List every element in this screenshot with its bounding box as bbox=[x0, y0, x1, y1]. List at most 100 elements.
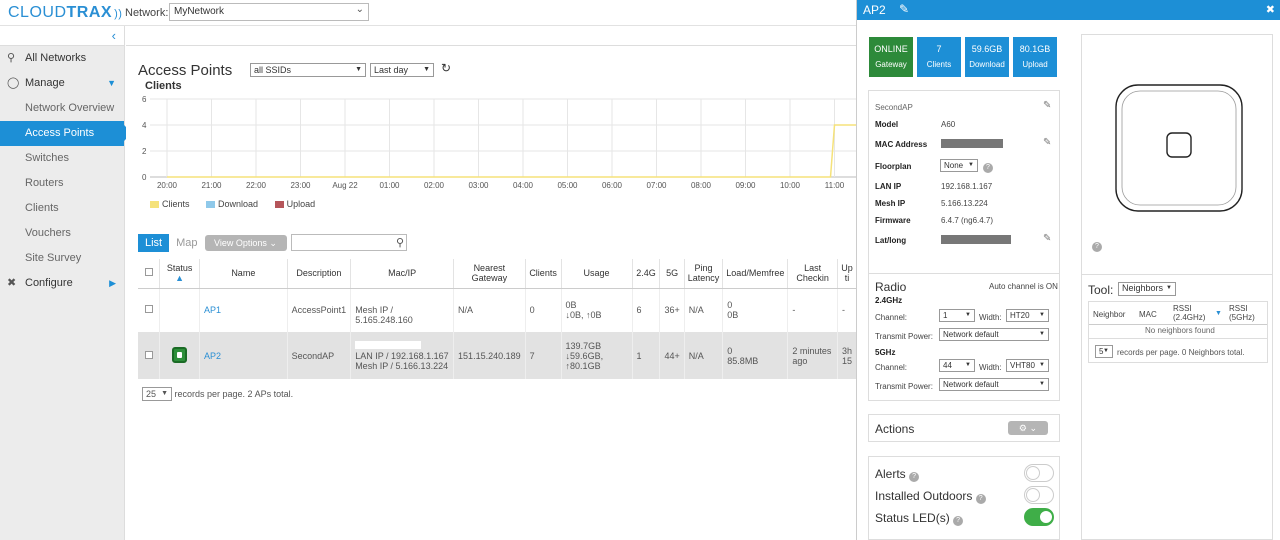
col-name[interactable]: Name bbox=[199, 259, 288, 289]
row-checkbox[interactable] bbox=[144, 305, 153, 314]
actions-menu-button[interactable]: ⚙ ⌄ bbox=[1008, 421, 1048, 435]
select-all-checkbox[interactable] bbox=[144, 268, 153, 277]
width-24-select[interactable]: HT20 ▼ bbox=[1006, 309, 1049, 322]
edit-mac-icon[interactable]: ✎ bbox=[1043, 137, 1051, 148]
help-icon[interactable]: ? bbox=[953, 516, 964, 526]
sidebar-item-manage[interactable]: ◯ Manage ▼ bbox=[0, 71, 124, 96]
channel-24-select[interactable]: 1 ▼ bbox=[939, 309, 975, 322]
x-tick-label: 20:00 bbox=[157, 181, 178, 190]
close-icon[interactable]: ✖ bbox=[1266, 3, 1275, 16]
usage-cell: 0B ↓0B, ↑0B bbox=[561, 288, 633, 332]
floorplan-select[interactable]: None ▼ bbox=[940, 159, 978, 172]
tx-power-5-select[interactable]: Network default ▼ bbox=[939, 378, 1049, 391]
col-mac-ip[interactable]: Mac/IP bbox=[350, 259, 455, 289]
sidebar-item-vouchers[interactable]: Vouchers bbox=[0, 221, 124, 246]
col-mac[interactable]: MAC bbox=[1139, 310, 1157, 319]
clients-cell: 0 bbox=[525, 288, 562, 332]
sidebar-item-access-points[interactable]: Access Points bbox=[0, 121, 132, 146]
edit-latlong-icon[interactable]: ✎ bbox=[1043, 233, 1051, 244]
col-rssi-24[interactable]: RSSI (2.4GHz) bbox=[1173, 304, 1213, 322]
col-nearest-gateway[interactable]: Nearest Gateway bbox=[453, 259, 526, 289]
x-tick-label: 06:00 bbox=[602, 181, 623, 190]
col-ping-latency[interactable]: Ping Latency bbox=[684, 259, 724, 289]
sidebar-item-label: Vouchers bbox=[25, 227, 71, 239]
table-divider bbox=[1089, 338, 1267, 339]
legend-swatch bbox=[150, 201, 159, 209]
latlong-label: Lat/long bbox=[875, 236, 907, 245]
installed-outdoors-toggle[interactable] bbox=[1024, 486, 1054, 504]
col-2-4g[interactable]: 2.4G bbox=[632, 259, 661, 289]
time-range-select[interactable]: Last day ▼ bbox=[370, 63, 434, 77]
col-uptime[interactable]: Up ti bbox=[837, 259, 856, 289]
stat-label: Upload bbox=[1022, 60, 1048, 69]
edit-icon[interactable]: ✎ bbox=[899, 2, 909, 16]
col-5g[interactable]: 5G bbox=[659, 259, 685, 289]
stat-clients[interactable]: 7 Clients bbox=[917, 37, 961, 77]
firmware-row: Firmware bbox=[875, 216, 911, 225]
floorplan-help[interactable]: ? bbox=[983, 161, 993, 173]
device-help[interactable]: ? bbox=[1092, 240, 1102, 252]
col-last-checkin[interactable]: Last Checkin bbox=[787, 259, 838, 289]
ap-name-link[interactable]: AP1 bbox=[204, 305, 221, 315]
row-checkbox[interactable] bbox=[144, 350, 153, 359]
actions-title: Actions bbox=[875, 422, 915, 436]
col-rssi-5[interactable]: RSSI (5GHz) bbox=[1229, 304, 1265, 322]
table-row[interactable]: AP1 AccessPoint1 Mesh IP / 5.165.248.160… bbox=[138, 288, 856, 332]
sidebar-item-network-overview[interactable]: Network Overview bbox=[0, 96, 124, 121]
legend-item-upload[interactable]: Upload bbox=[274, 199, 316, 209]
col-load-memfree[interactable]: Load/Memfree bbox=[722, 259, 789, 289]
sort-desc-icon: ▼ bbox=[1215, 310, 1222, 317]
tab-list[interactable]: List bbox=[138, 234, 170, 252]
memfree-value: 0B bbox=[727, 310, 739, 321]
legend-item-clients[interactable]: Clients bbox=[150, 199, 190, 209]
col-clients[interactable]: Clients bbox=[525, 259, 562, 289]
search-input[interactable]: ⚲ bbox=[291, 234, 407, 251]
mesh-ip-text: Mesh IP / 5.166.13.224 bbox=[355, 360, 449, 371]
col-neighbor[interactable]: Neighbor bbox=[1093, 310, 1125, 319]
channel-5-select[interactable]: 44 ▼ bbox=[939, 359, 975, 372]
tx-power-24-select[interactable]: Network default ▼ bbox=[939, 328, 1049, 341]
sidebar-item-clients[interactable]: Clients bbox=[0, 196, 124, 221]
chevron-left-icon[interactable]: ‹ bbox=[112, 28, 116, 43]
top-bar: CLOUDTRAX)) Network: MyNetwork ⌄ bbox=[0, 0, 856, 26]
legend-item-download[interactable]: Download bbox=[206, 199, 258, 209]
network-select[interactable]: MyNetwork ⌄ bbox=[169, 3, 369, 21]
row-checkbox-cell bbox=[138, 288, 161, 332]
sidebar-item-switches[interactable]: Switches bbox=[0, 146, 124, 171]
sidebar-item-site-survey[interactable]: Site Survey bbox=[0, 246, 124, 271]
tool-label: Tool: bbox=[1088, 283, 1114, 297]
ssid-filter-select[interactable]: all SSIDs ▼ bbox=[250, 63, 366, 77]
ap-name-link[interactable]: AP2 bbox=[204, 351, 221, 361]
checkin-line1: 2 minutes bbox=[792, 345, 832, 356]
redacted-mac bbox=[355, 295, 422, 304]
uptime-cell: 3h 15 bbox=[837, 332, 856, 379]
table-row[interactable]: AP2 SecondAP LAN IP / 192.168.1.167 Mesh … bbox=[138, 332, 856, 379]
alerts-label: Alerts bbox=[875, 467, 906, 481]
help-icon[interactable]: ? bbox=[909, 472, 920, 482]
tab-map[interactable]: Map bbox=[169, 234, 204, 252]
edit-name-icon[interactable]: ✎ bbox=[1043, 100, 1051, 111]
help-icon[interactable]: ? bbox=[975, 494, 986, 504]
tool-select[interactable]: Neighbors ▼ bbox=[1118, 282, 1176, 296]
status-led-toggle[interactable] bbox=[1024, 508, 1054, 526]
main-area: Access Points all SSIDs ▼ Last day ▼ ↻ Cli… bbox=[126, 26, 856, 540]
sidebar-collapse-bar[interactable]: ‹ bbox=[0, 26, 124, 46]
col-status[interactable]: Status ▲ bbox=[159, 259, 200, 289]
sidebar-item-routers[interactable]: Routers bbox=[0, 171, 124, 196]
view-options-button[interactable]: View Options ⌄ bbox=[205, 235, 287, 251]
legend-label: Upload bbox=[286, 199, 316, 209]
lan-ip-row: LAN IP bbox=[875, 182, 901, 191]
col-description[interactable]: Description bbox=[287, 259, 352, 289]
cloudtrax-logo[interactable]: CLOUDTRAX)) bbox=[8, 4, 122, 22]
sidebar-item-configure[interactable]: ✖ Configure ▶ bbox=[0, 271, 124, 296]
col-usage[interactable]: Usage bbox=[561, 259, 633, 289]
actions-card: Actions ⚙ ⌄ bbox=[868, 414, 1060, 442]
refresh-icon[interactable]: ↻ bbox=[441, 61, 451, 75]
width-5-select[interactable]: VHT80 ▼ bbox=[1006, 359, 1049, 372]
alerts-toggle[interactable] bbox=[1024, 464, 1054, 482]
search-icon[interactable]: ⚲ bbox=[396, 236, 404, 249]
neighbors-per-page-select[interactable]: 5 ▼ bbox=[1095, 345, 1113, 358]
usage-cell: 139.7GB ↓59.6GB, ↑80.1GB bbox=[561, 332, 633, 379]
sidebar-item-all-networks[interactable]: ⚲ All Networks bbox=[0, 46, 124, 71]
records-per-page-select[interactable]: 25 ▼ bbox=[142, 386, 172, 401]
